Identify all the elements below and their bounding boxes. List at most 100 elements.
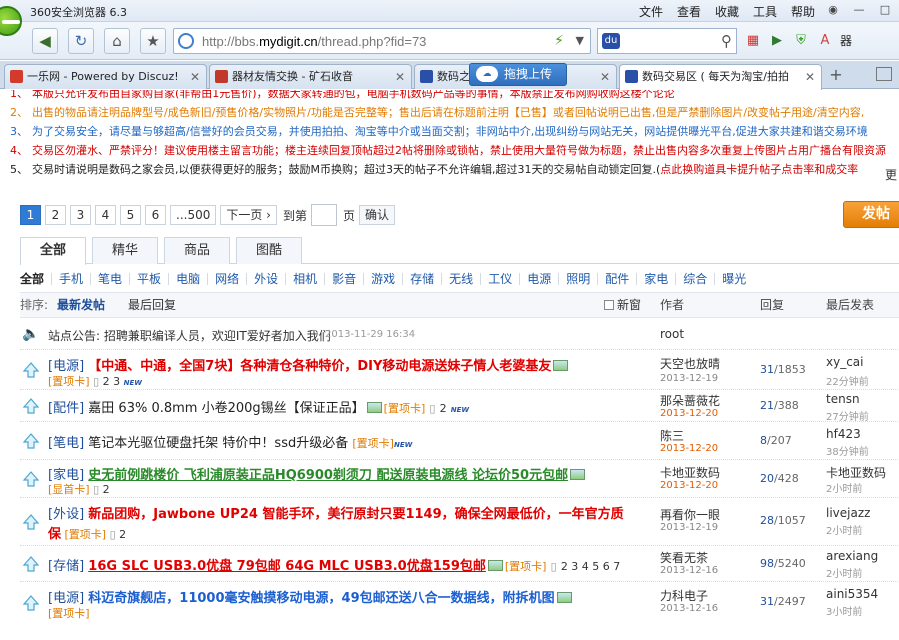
thread-title[interactable]: [存储] 16G SLC USB3.0优盘 79包邮 64G MLC USB3.… [48,555,620,574]
category-game[interactable]: 游戏 [363,273,402,285]
play-icon[interactable]: ▶ [768,32,786,50]
last-poster[interactable]: arexiang [826,549,878,563]
thread-author[interactable]: 卡地亚数码 [660,464,720,481]
tab-equipment[interactable]: 器材友情交换 - 矿石收音 ✕ [209,64,412,89]
sort-newest[interactable]: 最新发帖 [57,293,105,317]
drag-upload-button[interactable]: ☁ 拖拽上传 [469,63,567,86]
thread-author[interactable]: 陈三 [660,427,684,444]
category-appliance[interactable]: 家电 [636,273,675,285]
baidu-paw-icon[interactable]: du [602,33,620,49]
menu-favorites[interactable]: 收藏 [708,3,746,20]
top-card-tag[interactable]: [置项卡] [48,607,90,620]
search-icon[interactable]: ⚲ [721,32,732,50]
thread-author[interactable]: 天空也放晴 [660,355,720,372]
category-camera[interactable]: 相机 [285,273,324,285]
thread-title-continued[interactable]: 保 [48,527,61,542]
page-5[interactable]: 5 [120,205,141,225]
minimize-icon[interactable]: — [849,2,869,18]
tab-close-icon[interactable]: ✕ [600,65,610,89]
checkbox-icon[interactable] [604,300,614,310]
top-card-tag[interactable]: [显首卡] [48,483,90,496]
address-url[interactable]: http://bbs.mydigit.cn/thread.php?fid=73 [202,34,426,49]
menu-file[interactable]: 文件 [632,3,670,20]
category-network[interactable]: 网络 [207,273,246,285]
back-icon[interactable]: ◀ [32,28,58,54]
thread-author[interactable]: 再看你一眼 [660,506,720,523]
thread-pages[interactable]: 2 3 [103,375,121,388]
last-poster[interactable]: tensn [826,392,860,406]
sort-last-reply[interactable]: 最后回复 [128,293,176,317]
page-1[interactable]: 1 [20,205,41,225]
search-box[interactable]: du ⚲ [597,28,737,54]
page-last[interactable]: ...500 [170,205,217,225]
category-storage[interactable]: 存储 [402,273,441,285]
thread-pages[interactable]: 2 [103,483,110,496]
last-poster[interactable]: hf423 [826,427,861,441]
speed-mode-icon[interactable]: ⚡ [554,33,564,49]
thread-title[interactable]: [外设] 新品团购，Jawbone UP24 智能手环，美行原封只要1149，确… [48,503,624,522]
tab-yile[interactable]: 一乐网 - Powered by Discuz! ✕ [4,64,207,89]
new-post-button[interactable]: 发帖 [843,201,899,228]
thread-author[interactable]: 那朵蔷薇花 [660,392,720,409]
category-all[interactable]: 全部 [20,273,51,285]
thread-title[interactable]: [家电] 史无前例跳楼价 飞利浦原装正品HQ6900剃须刀 配送原装电源线 论坛… [48,464,587,483]
translate-icon[interactable]: A [816,32,834,50]
address-bar[interactable]: http://bbs.mydigit.cn/thread.php?fid=73 … [173,28,591,54]
tab-digest[interactable]: 精华 [92,237,158,264]
chevron-down-icon[interactable]: ▼ [576,34,584,47]
favorite-star-icon[interactable]: ★ [140,28,166,54]
toolbar-text[interactable]: 器 [840,32,852,50]
thread-author[interactable]: 笑看无茶 [660,549,708,566]
page-4[interactable]: 4 [95,205,116,225]
category-laptop[interactable]: 笔电 [90,273,129,285]
tab-goods[interactable]: 商品 [164,237,230,264]
category-av[interactable]: 影音 [324,273,363,285]
shield-icon[interactable]: ⛨ [792,32,810,50]
category-pc[interactable]: 电脑 [168,273,207,285]
home-icon[interactable]: ⌂ [104,28,130,54]
more-link[interactable]: 更 [885,166,897,183]
top-card-tag[interactable]: [置项卡] [505,560,547,573]
thread-title[interactable]: [电源] 科迈奇旗舰店，11000毫安触摸移动电源，49包邮还送八合一数据线，附… [48,587,574,606]
top-card-tag[interactable]: [置项卡] [384,402,426,415]
tab-gallery[interactable]: 图酷 [236,237,302,264]
new-window-toggle[interactable]: 新窗 [604,293,641,317]
thread-author[interactable]: 力科电子 [660,587,708,604]
new-tab-icon[interactable]: + [824,65,848,87]
maximize-icon[interactable]: □ [875,2,895,18]
tab-mydigit-trade[interactable]: 数码交易区 ( 每天为淘宝/拍拍 ✕ [619,64,822,90]
category-lighting[interactable]: 照明 [558,273,597,285]
tab-list-icon[interactable] [876,67,892,81]
category-peripheral[interactable]: 外设 [246,273,285,285]
category-exposure[interactable]: 曝光 [714,273,753,285]
menu-help[interactable]: 帮助 [784,3,822,20]
tab-close-icon[interactable]: ✕ [805,65,815,89]
announcement-link[interactable]: 站点公告: 招聘兼职编译人员，欢迎IT爱好者加入我们 [48,327,331,344]
tab-close-icon[interactable]: ✕ [190,65,200,89]
top-card-tag[interactable]: [置项卡] [352,437,394,450]
page-3[interactable]: 3 [70,205,91,225]
page-2[interactable]: 2 [45,205,66,225]
menu-tools[interactable]: 工具 [746,3,784,20]
category-tablet[interactable]: 平板 [129,273,168,285]
category-power[interactable]: 电源 [519,273,558,285]
thread-title[interactable]: [配件] 嘉田 63% 0.8mm 小卷200g锡丝【保证正品】 [置项卡] ▯ … [48,397,469,416]
announcement-author[interactable]: root [660,327,684,341]
page-6[interactable]: 6 [145,205,166,225]
skin-icon[interactable]: ◉ [823,2,843,18]
category-accessory[interactable]: 配件 [597,273,636,285]
next-page-button[interactable]: 下一页 › [220,205,277,225]
last-poster[interactable]: aini5354 [826,587,878,601]
refresh-icon[interactable]: ↻ [68,28,94,54]
top-card-tag[interactable]: [置项卡] [65,528,107,541]
thread-pages[interactable]: 2 3 4 5 6 7 [561,560,620,573]
last-poster[interactable]: 卡地亚数码 [826,464,886,481]
last-poster[interactable]: livejazz [826,506,870,520]
menu-view[interactable]: 查看 [670,3,708,20]
category-wireless[interactable]: 无线 [441,273,480,285]
thread-pages[interactable]: 2 [119,528,126,541]
apps-grid-icon[interactable]: ▦ [744,32,762,50]
category-misc[interactable]: 综合 [675,273,714,285]
prop-card-link[interactable]: 点此换购道具卡提升帖子点击率和成交率 [660,163,858,176]
tab-all[interactable]: 全部 [20,237,86,265]
